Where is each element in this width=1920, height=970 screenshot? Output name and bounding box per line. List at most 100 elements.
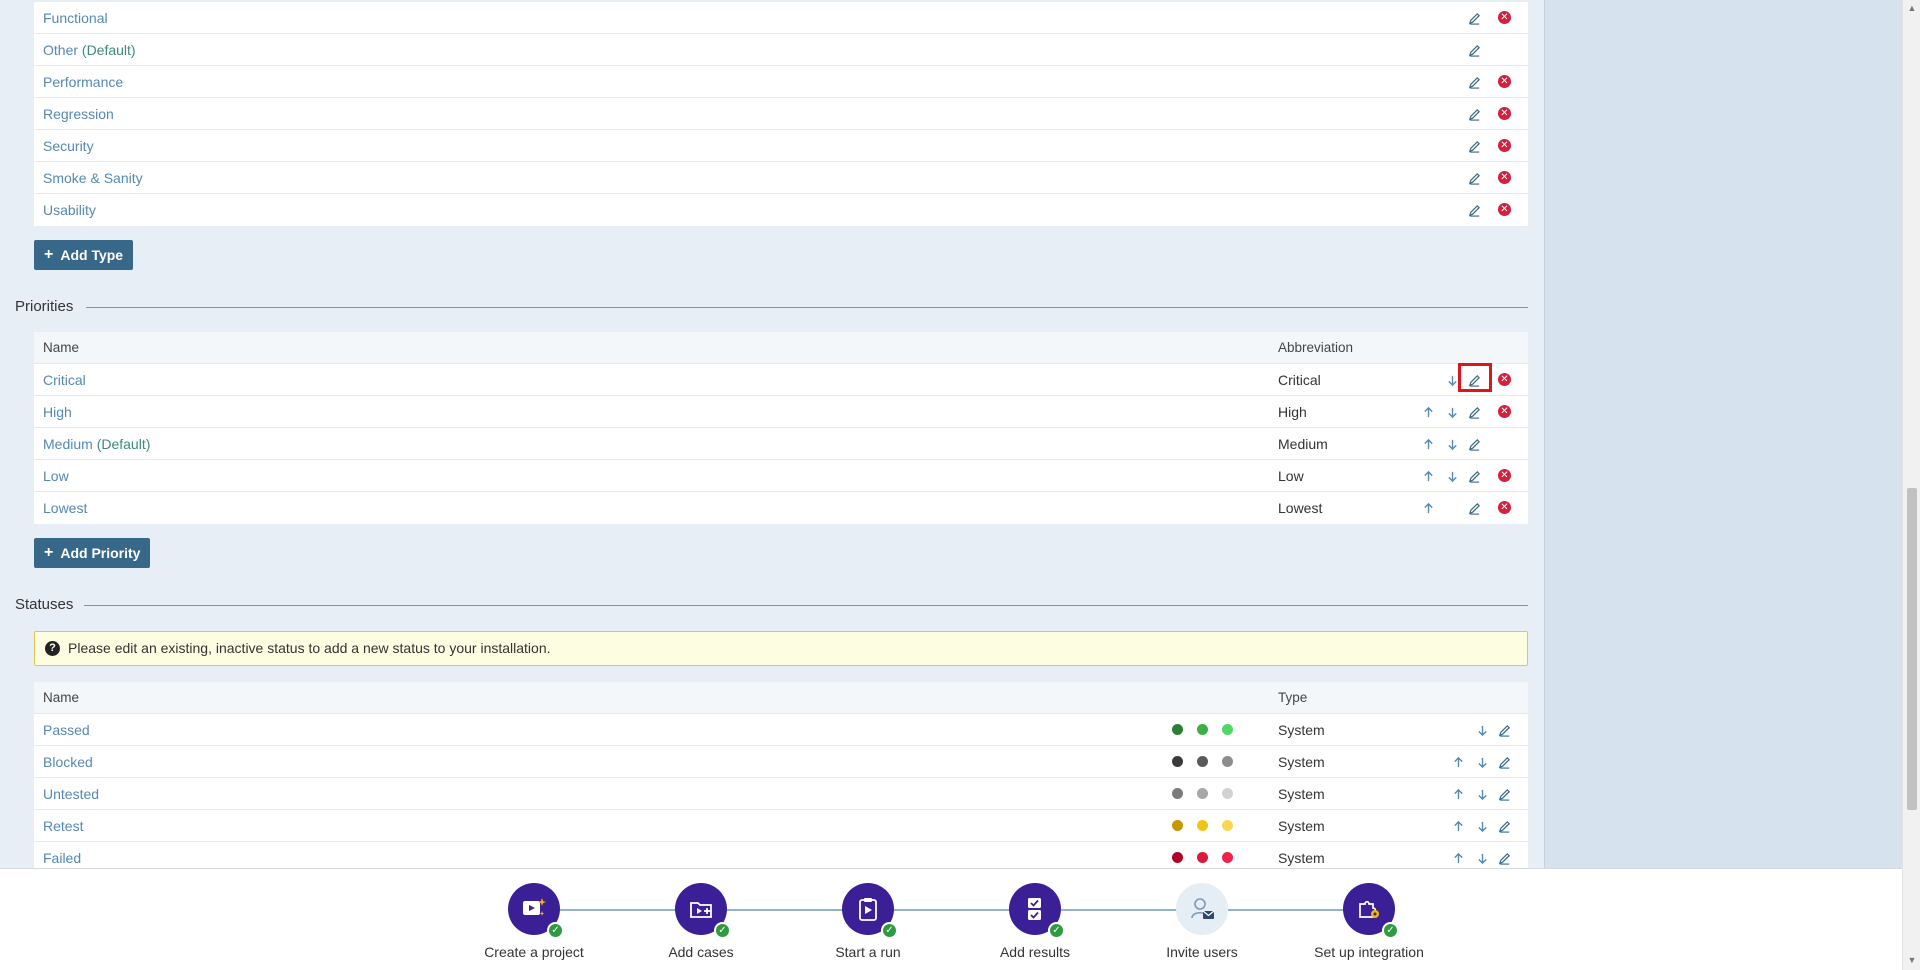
edit-icon[interactable] (1466, 170, 1482, 186)
step-label[interactable]: Set up integration (1289, 944, 1449, 960)
move-down-icon[interactable] (1474, 818, 1490, 834)
edit-icon[interactable] (1496, 722, 1512, 738)
onboarding-step-create-project[interactable]: ✓ (508, 883, 564, 939)
statuses-heading: Statuses (15, 596, 74, 613)
onboarding-step-add-cases[interactable]: ✓ (675, 883, 731, 939)
edit-icon[interactable] (1466, 436, 1482, 452)
table-row: Performance ✕ (34, 66, 1528, 98)
move-down-icon[interactable] (1474, 786, 1490, 802)
edit-icon[interactable] (1466, 468, 1482, 484)
column-header-name: Name (43, 340, 80, 355)
step-label[interactable]: Add cases (621, 944, 781, 960)
type-name-link[interactable]: Regression (43, 98, 114, 130)
step-label[interactable]: Invite users (1122, 944, 1282, 960)
add-type-button[interactable]: + Add Type (34, 240, 134, 270)
delete-icon[interactable]: ✕ (1498, 405, 1511, 418)
delete-icon[interactable]: ✕ (1498, 373, 1511, 386)
integration-icon (1359, 900, 1379, 918)
move-down-icon[interactable] (1444, 436, 1460, 452)
delete-icon[interactable]: ✕ (1498, 139, 1511, 152)
move-down-icon[interactable] (1474, 722, 1490, 738)
step-label[interactable]: Add results (955, 944, 1115, 960)
move-up-icon[interactable] (1420, 436, 1436, 452)
onboarding-step-start-run[interactable]: ✓ (842, 883, 898, 939)
priority-name-link[interactable]: Lowest (43, 492, 87, 524)
info-text: Please edit an existing, inactive status… (68, 640, 551, 656)
edit-icon[interactable] (1466, 372, 1482, 388)
edit-icon[interactable] (1466, 42, 1482, 58)
delete-icon[interactable]: ✕ (1498, 203, 1511, 216)
status-color-dot (1197, 756, 1208, 767)
move-up-icon[interactable] (1420, 468, 1436, 484)
add-priority-button[interactable]: + Add Priority (34, 538, 151, 568)
status-name-link[interactable]: Retest (43, 810, 83, 842)
priority-name-link[interactable]: Medium (Default) (43, 428, 150, 460)
status-color-dot (1222, 756, 1233, 767)
move-down-icon[interactable] (1474, 754, 1490, 770)
delete-icon[interactable]: ✕ (1498, 75, 1511, 88)
move-up-icon[interactable] (1450, 786, 1466, 802)
type-name-link[interactable]: Security (43, 130, 94, 162)
page-scrollbar[interactable]: ▲ ▼ (1902, 0, 1920, 970)
move-down-icon[interactable] (1444, 468, 1460, 484)
status-color-dot (1197, 788, 1208, 799)
move-down-icon[interactable] (1474, 850, 1490, 866)
edit-icon[interactable] (1466, 500, 1482, 516)
edit-icon[interactable] (1466, 10, 1482, 26)
edit-icon[interactable] (1466, 404, 1482, 420)
move-up-icon[interactable] (1450, 850, 1466, 866)
onboarding-step-add-results[interactable]: ✓ (1009, 883, 1065, 939)
priority-name-link[interactable]: High (43, 396, 72, 428)
status-name-link[interactable]: Blocked (43, 746, 93, 778)
step-label[interactable]: Start a run (788, 944, 948, 960)
table-row: High High ✕ (34, 396, 1528, 428)
edit-icon[interactable] (1466, 202, 1482, 218)
delete-icon[interactable]: ✕ (1498, 171, 1511, 184)
edit-icon[interactable] (1496, 786, 1512, 802)
status-color-dot (1222, 852, 1233, 863)
move-up-icon[interactable] (1450, 754, 1466, 770)
status-name-link[interactable]: Failed (43, 842, 81, 868)
type-name-link[interactable]: Functional (43, 2, 108, 34)
edit-icon[interactable] (1496, 818, 1512, 834)
edit-icon[interactable] (1496, 754, 1512, 770)
edit-icon[interactable] (1466, 74, 1482, 90)
priority-abbreviation: High (1278, 404, 1307, 420)
edit-icon[interactable] (1466, 138, 1482, 154)
onboarding-step-integration[interactable]: ✓ (1343, 883, 1399, 939)
status-color-dot (1172, 788, 1183, 799)
priorities-table: Name Abbreviation Critical Critical ✕ Hi… (34, 332, 1528, 524)
move-up-icon[interactable] (1450, 818, 1466, 834)
scroll-down-icon[interactable]: ▼ (1906, 954, 1918, 966)
move-up-icon[interactable] (1420, 404, 1436, 420)
onboarding-step-invite-users[interactable] (1176, 883, 1228, 935)
delete-icon[interactable]: ✕ (1498, 501, 1511, 514)
move-up-icon[interactable] (1420, 500, 1436, 516)
scroll-up-icon[interactable]: ▲ (1906, 2, 1918, 14)
add-results-icon (1028, 898, 1041, 920)
move-down-icon[interactable] (1444, 372, 1460, 388)
question-icon: ? (45, 641, 60, 656)
status-name-link[interactable]: Untested (43, 778, 99, 810)
priority-name-link[interactable]: Low (43, 460, 69, 492)
edit-icon[interactable] (1496, 850, 1512, 866)
delete-icon[interactable]: ✕ (1498, 11, 1511, 24)
status-name-link[interactable]: Passed (43, 714, 90, 746)
type-name-link[interactable]: Other (Default) (43, 34, 136, 66)
status-type: System (1278, 818, 1325, 834)
priority-name-link[interactable]: Critical (43, 364, 86, 396)
type-name-link[interactable]: Smoke & Sanity (43, 162, 143, 194)
move-down-icon[interactable] (1444, 404, 1460, 420)
delete-icon[interactable]: ✕ (1498, 469, 1511, 482)
type-name-link[interactable]: Performance (43, 66, 123, 98)
step-connector (727, 909, 843, 911)
step-label[interactable]: Create a project (454, 944, 614, 960)
status-color-dot (1222, 724, 1233, 735)
edit-icon[interactable] (1466, 106, 1482, 122)
priorities-heading: Priorities (15, 298, 74, 315)
priority-abbreviation: Lowest (1278, 500, 1323, 516)
delete-icon[interactable]: ✕ (1498, 107, 1511, 120)
step-connector (1228, 909, 1344, 911)
type-name-link[interactable]: Usability (43, 194, 96, 226)
scrollbar-thumb[interactable] (1907, 488, 1917, 810)
